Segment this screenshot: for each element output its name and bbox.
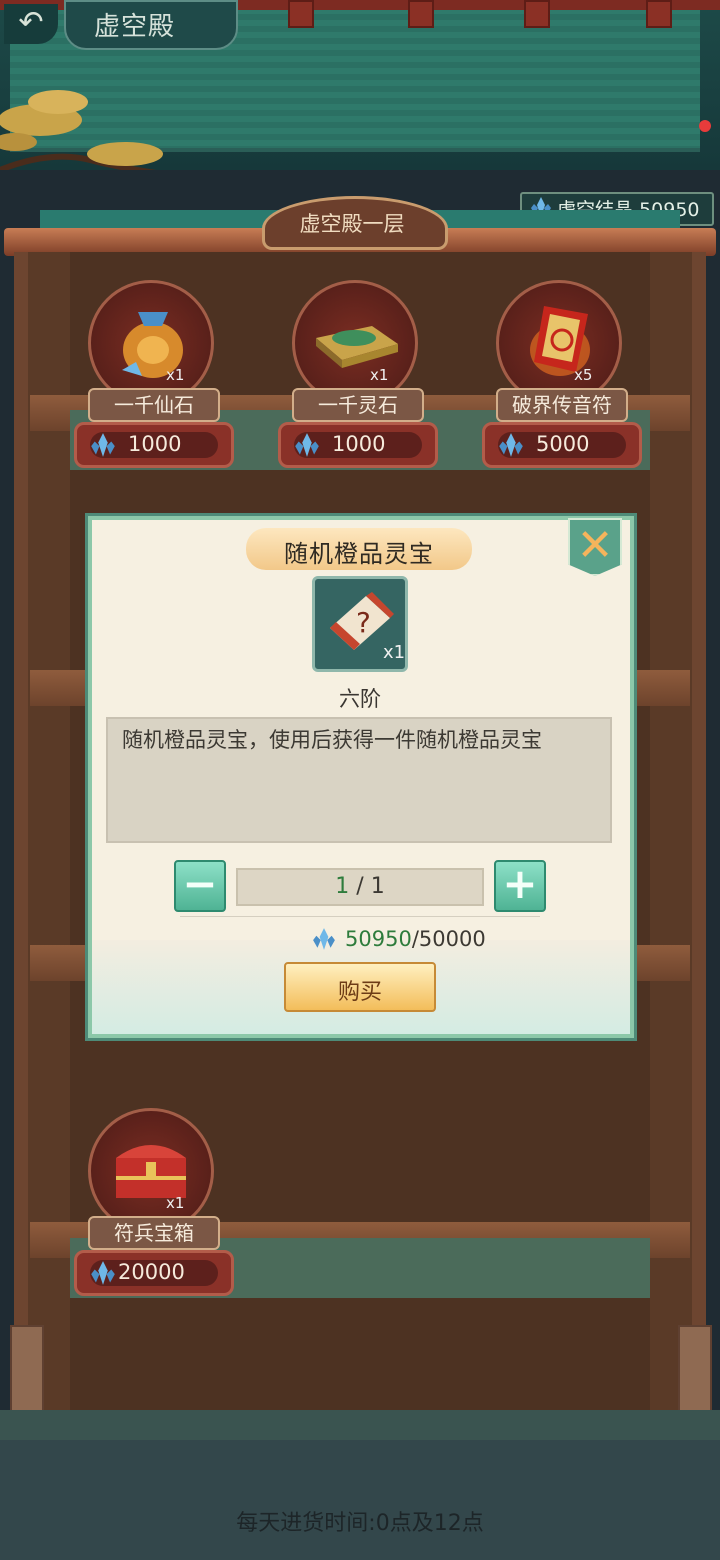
notification-dot [699, 120, 711, 132]
page-title: 虚空殿 [94, 12, 176, 42]
void-crystal-icon [313, 928, 335, 950]
restock-time: 每天进货时间:0点及12点 [236, 1511, 484, 1536]
item-tier: 六阶 [339, 687, 381, 711]
rod-knob [646, 0, 672, 28]
item-qty: x1 [166, 366, 185, 384]
minus-icon: − [182, 859, 218, 908]
item-name: 一千灵石 [318, 393, 398, 417]
buy-button-label: 购买 [337, 980, 382, 1005]
item-price: 1000 [128, 432, 182, 456]
back-arrow-icon: ↶ [18, 5, 44, 40]
cost-display: 50950/50000 [345, 927, 486, 951]
floor-title: 虚空殿一层 [299, 212, 405, 236]
jade-stone-box-icon [316, 326, 398, 368]
item-price: 5000 [536, 432, 590, 456]
item-name: 一千仙石 [114, 393, 194, 417]
close-button[interactable]: ✕ [568, 518, 622, 576]
footer-bar [0, 1440, 720, 1560]
item-name: 破界传音符 [512, 393, 612, 417]
item-qty: x1 [166, 1194, 185, 1212]
rod-knob [524, 0, 550, 28]
item-qty: x1 [370, 366, 389, 384]
void-crystal-icon [91, 1261, 115, 1285]
void-crystal-icon [91, 433, 115, 457]
item-price: 20000 [118, 1260, 185, 1284]
divider [180, 916, 540, 917]
decrease-quantity-button[interactable]: − [174, 860, 226, 912]
rod-knob [408, 0, 434, 28]
increase-quantity-button[interactable]: + [494, 860, 546, 912]
plus-icon: + [502, 859, 538, 908]
item-qty: x1 [383, 642, 406, 663]
quantity-display: 1 / 1 [335, 874, 385, 899]
dialog-title: 随机橙品灵宝 [284, 540, 434, 568]
svg-text:?: ? [356, 606, 371, 639]
back-button[interactable]: ↶ [4, 4, 58, 44]
void-crystal-icon [295, 433, 319, 457]
item-price: 1000 [332, 432, 386, 456]
shelf-base [0, 1410, 720, 1440]
item-name: 符兵宝箱 [114, 1221, 194, 1245]
rod-knob [288, 0, 314, 28]
treasure-chest-icon [116, 1145, 186, 1198]
close-icon: ✕ [576, 520, 614, 571]
item-description: 随机橙品灵宝，使用后获得一件随机橙品灵宝 [122, 728, 542, 752]
item-qty: x5 [574, 366, 593, 384]
void-crystal-icon [499, 433, 523, 457]
